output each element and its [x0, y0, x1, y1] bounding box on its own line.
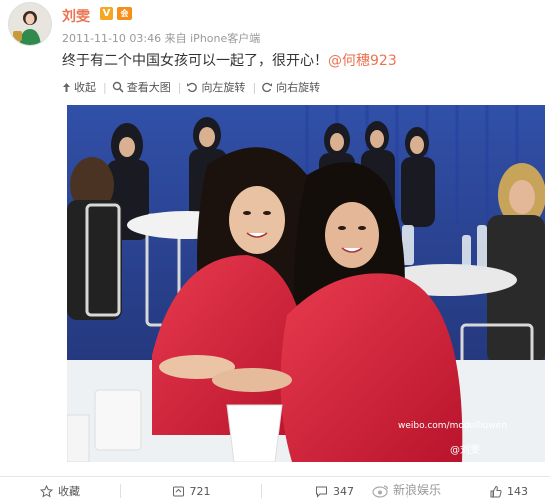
thumbs-up-icon — [490, 485, 502, 497]
favorite-label: 收藏 — [58, 485, 80, 498]
repost-count: 721 — [189, 484, 211, 498]
source-client[interactable]: iPhone客户端 — [190, 32, 260, 45]
footer-divider — [0, 476, 550, 477]
post-meta: 2011-11-10 03:46 来自 iPhone客户端 — [62, 30, 260, 46]
rotate-right-button[interactable]: 向右旋转 — [261, 79, 320, 95]
avatar[interactable] — [8, 2, 52, 46]
star-icon — [40, 484, 53, 498]
comment-count: 347 — [333, 484, 354, 498]
mention-link[interactable]: @何穗923 — [328, 53, 397, 69]
timestamp[interactable]: 2011-11-10 03:46 — [62, 32, 161, 45]
comment-icon — [316, 486, 327, 498]
rotate-left-icon — [187, 82, 198, 93]
repost-button[interactable]: 721 — [121, 485, 261, 498]
member-badge-icon: 会 — [117, 7, 132, 20]
favorite-button[interactable]: 收藏 — [0, 483, 120, 499]
collapse-arrow-icon — [63, 82, 70, 92]
rotate-left-button[interactable]: 向左旋转 — [186, 79, 245, 95]
photo-watermark-handle: @刘雯 — [450, 445, 480, 456]
repost-icon — [172, 486, 184, 496]
corner-watermark: 新浪娱乐 — [393, 483, 442, 497]
post-photo[interactable] — [67, 105, 545, 462]
source-prefix: 来自 — [164, 32, 187, 45]
view-large-button[interactable]: 查看大图 — [112, 79, 171, 95]
image-toolbar: 收起 | 查看大图 | 向左旋转 | 向右旋转 — [62, 79, 327, 95]
post-text: 终于有二个中国女孩可以一起了，很开心！@何穗923 — [62, 50, 397, 70]
magnify-icon — [112, 81, 124, 93]
photo-watermark-url: weibo.com/modelliuwen — [398, 421, 507, 431]
verified-badge-icon: V — [100, 7, 113, 20]
like-count: 143 — [507, 484, 528, 498]
post-body: 终于有二个中国女孩可以一起了，很开心！ — [62, 53, 328, 69]
sina-logo-icon — [372, 483, 390, 502]
rotate-right-icon — [262, 82, 273, 93]
collapse-button[interactable]: 收起 — [62, 79, 96, 95]
username[interactable]: 刘雯 — [62, 6, 90, 26]
action-bar: 收藏 721 347 143 — [0, 478, 550, 504]
